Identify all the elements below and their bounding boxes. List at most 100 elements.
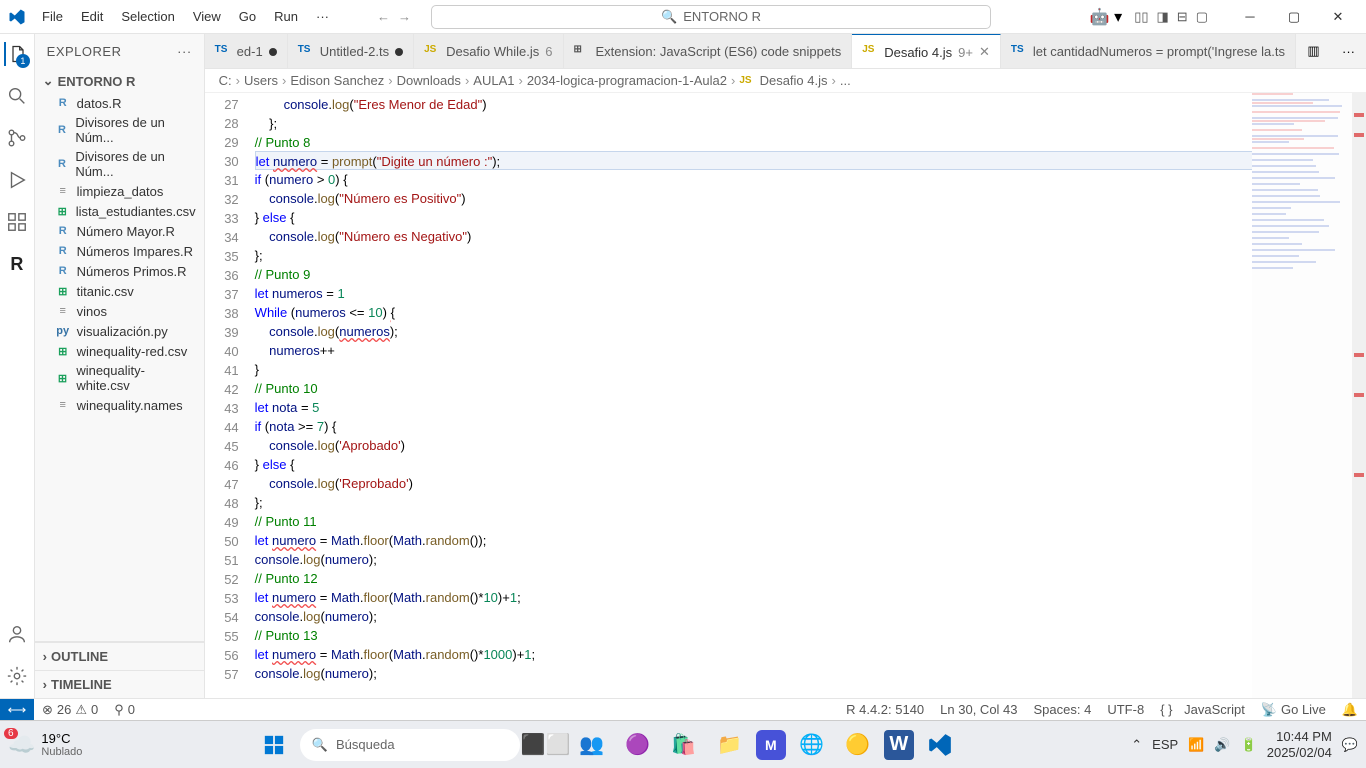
edge-icon[interactable]: 🌐 xyxy=(792,725,832,765)
breadcrumb-item[interactable]: C: xyxy=(219,73,232,88)
search-activity-icon[interactable] xyxy=(5,84,29,108)
menu-file[interactable]: File xyxy=(34,5,71,28)
layout-icon-2[interactable]: ◨ xyxy=(1157,9,1169,25)
copilot-tb-icon[interactable]: 🟣 xyxy=(618,725,658,765)
tray-volume-icon[interactable]: 🔊 xyxy=(1214,737,1230,753)
taskbar-search[interactable]: 🔍Búsqueda xyxy=(300,729,520,761)
app-icon[interactable]: M xyxy=(756,730,786,760)
minimap[interactable] xyxy=(1252,93,1352,698)
file-item[interactable]: ≡vinos xyxy=(35,301,204,321)
editor-tab[interactable]: JSDesafio While.js6 xyxy=(414,34,563,69)
extensions-icon[interactable] xyxy=(5,210,29,234)
titlebar: File Edit Selection View Go Run ··· ← → … xyxy=(0,0,1366,34)
start-button[interactable] xyxy=(254,725,294,765)
breadcrumb-item[interactable]: AULA1 xyxy=(473,73,514,88)
file-item[interactable]: pyvisualización.py xyxy=(35,321,204,341)
file-item[interactable]: ⊞winequality-red.csv xyxy=(35,341,204,361)
sidebar-section-header[interactable]: ⌄ ENTORNO R xyxy=(35,69,204,93)
run-debug-icon[interactable] xyxy=(5,168,29,192)
scrollbar[interactable] xyxy=(1352,93,1366,698)
account-icon[interactable] xyxy=(5,622,29,646)
minimize-button[interactable]: ─ xyxy=(1230,2,1270,32)
source-control-icon[interactable] xyxy=(5,126,29,150)
editor-tab[interactable]: TSed-1 xyxy=(205,34,288,69)
breadcrumb-item[interactable]: ... xyxy=(840,73,851,88)
vscode-tb-icon[interactable] xyxy=(920,725,960,765)
chrome-icon[interactable]: 🟡 xyxy=(838,725,878,765)
r-extension-icon[interactable]: R xyxy=(5,252,29,276)
nav-forward-icon[interactable]: → xyxy=(398,9,411,24)
breadcrumb[interactable]: C:›Users›Edison Sanchez›Downloads›AULA1›… xyxy=(205,69,1366,93)
menu-run[interactable]: Run xyxy=(266,5,306,28)
tray-battery-icon[interactable]: 🔋 xyxy=(1241,737,1257,753)
file-item[interactable]: ⊞lista_estudiantes.csv xyxy=(35,201,204,221)
file-item[interactable]: ⊞winequality-white.csv xyxy=(35,361,204,395)
status-spaces[interactable]: Spaces: 4 xyxy=(1026,702,1100,718)
status-golive[interactable]: 📡Go Live xyxy=(1253,702,1334,718)
editor-tab[interactable]: TSlet cantidadNumeros = prompt('Ingrese … xyxy=(1001,34,1296,69)
file-item[interactable]: ≡limpieza_datos xyxy=(35,181,204,201)
tray-chevron-icon[interactable]: ⌃ xyxy=(1131,737,1142,753)
tray-clock[interactable]: 10:44 PM 2025/02/04 xyxy=(1267,729,1332,760)
settings-icon[interactable] xyxy=(5,664,29,688)
status-problems[interactable]: ⊗26 ⚠0 xyxy=(34,702,106,718)
close-button[interactable]: ✕ xyxy=(1318,2,1358,32)
status-ports[interactable]: ⚲0 xyxy=(106,702,143,718)
word-icon[interactable]: W xyxy=(884,730,914,760)
file-label: Divisores de un Núm... xyxy=(75,115,195,145)
tab-split-icon[interactable]: ▥ xyxy=(1296,34,1331,68)
breadcrumb-item[interactable]: Users xyxy=(244,73,278,88)
menu-go[interactable]: Go xyxy=(231,5,264,28)
breadcrumb-file-icon: JS xyxy=(739,75,751,86)
menu-selection[interactable]: Selection xyxy=(113,5,182,28)
file-item[interactable]: Rdatos.R xyxy=(35,93,204,113)
maximize-button[interactable]: ▢ xyxy=(1274,2,1314,32)
breadcrumb-item[interactable]: 2034-logica-programacion-1-Aula2 xyxy=(527,73,727,88)
tray-notification-icon[interactable]: 💬 xyxy=(1342,737,1358,753)
explorer-tb-icon[interactable]: 📁 xyxy=(710,725,750,765)
file-item[interactable]: RNúmeros Primos.R xyxy=(35,261,204,281)
menu-more[interactable]: ··· xyxy=(308,5,337,28)
file-item[interactable]: ≡winequality.names xyxy=(35,395,204,415)
layout-icon-1[interactable]: ▯▯ xyxy=(1134,9,1148,25)
status-language[interactable]: { } JavaScript xyxy=(1152,702,1253,718)
nav-back-icon[interactable]: ← xyxy=(377,9,390,24)
layout-icon-3[interactable]: ⊟ xyxy=(1177,9,1188,25)
tab-overflow-icon[interactable]: ··· xyxy=(1331,34,1366,68)
breadcrumb-item[interactable]: Edison Sanchez xyxy=(290,73,384,88)
code-editor[interactable]: 2728293031323334353637383940414243444546… xyxy=(205,93,1366,698)
store-icon[interactable]: 🛍️ xyxy=(664,725,704,765)
command-center[interactable]: 🔍 ENTORNO R xyxy=(431,5,991,29)
sidebar-more-icon[interactable]: ··· xyxy=(177,44,192,59)
status-encoding[interactable]: UTF-8 xyxy=(1099,702,1152,718)
copilot-icon[interactable]: 🤖 ▾ xyxy=(1090,7,1122,27)
menu-view[interactable]: View xyxy=(185,5,229,28)
taskview-icon[interactable]: ⬛⬜ xyxy=(526,725,566,765)
file-item[interactable]: RDivisores de un Núm... xyxy=(35,113,204,147)
editor-tab[interactable]: JSDesafio 4.js9+✕ xyxy=(852,34,1001,69)
status-r-version[interactable]: R 4.4.2: 5140 xyxy=(838,702,932,718)
status-cursor[interactable]: Ln 30, Col 43 xyxy=(932,702,1025,718)
file-item[interactable]: RDivisores de un Núm... xyxy=(35,147,204,181)
editor-tab[interactable]: TSUntitled-2.ts xyxy=(288,34,414,69)
layout-icon-4[interactable]: ▢ xyxy=(1196,9,1208,25)
teams-icon[interactable]: 👥 xyxy=(572,725,612,765)
close-tab-icon[interactable]: ✕ xyxy=(979,44,990,60)
code-content[interactable]: console.log("Eres Menor de Edad") };// P… xyxy=(255,93,1366,698)
file-item[interactable]: RNúmeros Impares.R xyxy=(35,241,204,261)
file-item[interactable]: ⊞titanic.csv xyxy=(35,281,204,301)
status-bell-icon[interactable]: 🔔 xyxy=(1334,702,1366,718)
breadcrumb-item[interactable]: Downloads xyxy=(397,73,461,88)
taskbar-weather[interactable]: ☁️ 6 19°C Nublado xyxy=(8,731,82,758)
menu-edit[interactable]: Edit xyxy=(73,5,111,28)
outline-section[interactable]: ›OUTLINE xyxy=(35,642,204,670)
port-icon: ⚲ xyxy=(114,702,124,718)
tray-lang[interactable]: ESP xyxy=(1152,737,1178,752)
explorer-icon[interactable]: 1 xyxy=(4,42,28,66)
tray-wifi-icon[interactable]: 📶 xyxy=(1188,737,1204,753)
breadcrumb-item[interactable]: Desafio 4.js xyxy=(760,73,828,88)
file-item[interactable]: RNúmero Mayor.R xyxy=(35,221,204,241)
timeline-section[interactable]: ›TIMELINE xyxy=(35,670,204,698)
remote-icon[interactable]: ⟷ xyxy=(0,699,34,720)
editor-tab[interactable]: ⊞Extension: JavaScript (ES6) code snippe… xyxy=(564,34,853,69)
